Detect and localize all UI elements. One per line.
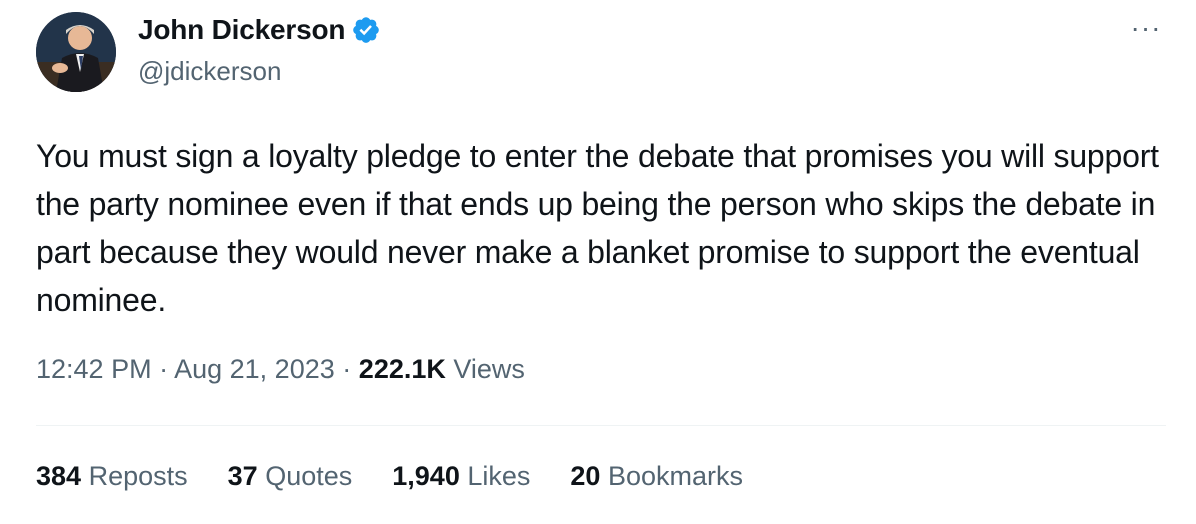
tweet-time[interactable]: 12:42 PM xyxy=(36,354,152,384)
tweet-meta: 12:42 PM · Aug 21, 2023 · 222.1K Views xyxy=(36,354,525,385)
more-options-icon[interactable]: ··· xyxy=(1126,14,1166,48)
views-label: Views xyxy=(453,354,525,384)
meta-separator: · xyxy=(342,354,352,384)
author-handle[interactable]: @jdickerson xyxy=(138,56,281,87)
quotes-stat[interactable]: 37 Quotes xyxy=(228,461,353,492)
reposts-stat[interactable]: 384 Reposts xyxy=(36,461,188,492)
likes-label: Likes xyxy=(467,461,531,491)
avatar[interactable] xyxy=(36,12,116,92)
likes-count: 1,940 xyxy=(392,461,460,491)
bookmarks-label: Bookmarks xyxy=(607,461,743,491)
verified-badge-icon xyxy=(351,15,381,45)
tweet-text: You must sign a loyalty pledge to enter … xyxy=(36,138,1159,318)
bookmarks-count: 20 xyxy=(570,461,601,491)
author-name[interactable]: John Dickerson xyxy=(138,14,345,46)
reposts-count: 384 xyxy=(36,461,82,491)
avatar-image xyxy=(36,12,116,92)
reposts-label: Reposts xyxy=(88,461,188,491)
likes-stat[interactable]: 1,940 Likes xyxy=(392,461,530,492)
author-name-row: John Dickerson xyxy=(138,14,381,46)
quotes-label: Quotes xyxy=(265,461,353,491)
tweet-date[interactable]: Aug 21, 2023 xyxy=(174,354,335,384)
engagement-stats: 384 Reposts 37 Quotes 1,940 Likes 20 Boo… xyxy=(36,461,783,492)
views-count: 222.1K xyxy=(358,354,446,384)
quotes-count: 37 xyxy=(227,461,258,491)
meta-separator: · xyxy=(159,354,169,384)
bookmarks-stat[interactable]: 20 Bookmarks xyxy=(570,461,743,492)
divider xyxy=(36,425,1166,426)
